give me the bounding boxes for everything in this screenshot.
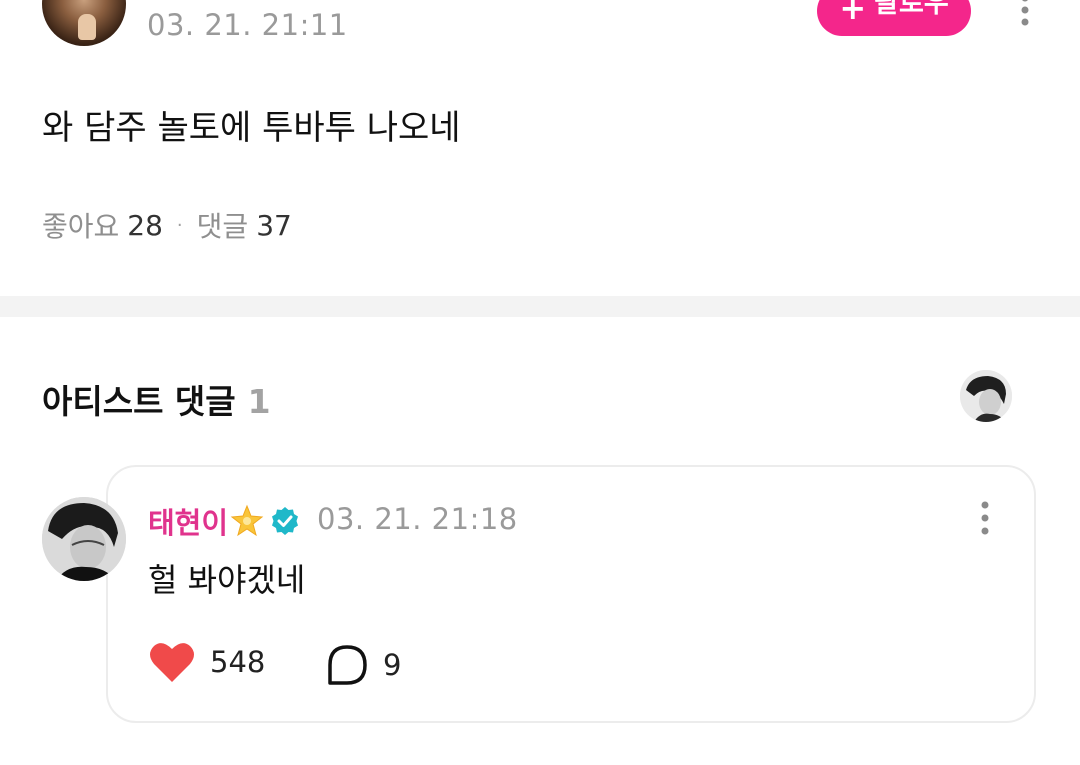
artist-comments-heading: 아티스트 댓글 1 bbox=[42, 375, 271, 423]
artist-avatar-small[interactable] bbox=[960, 370, 1012, 422]
verified-icon bbox=[272, 507, 299, 535]
more-vertical-icon[interactable] bbox=[1010, 0, 1040, 32]
commenter-avatar[interactable] bbox=[42, 497, 126, 581]
like-count: 548 bbox=[210, 645, 266, 679]
comment-author[interactable]: 태현이 bbox=[148, 500, 300, 542]
like-button[interactable]: 548 bbox=[148, 640, 265, 684]
plus-icon: + bbox=[839, 0, 867, 27]
post-body-text: 와 담주 놀토에 투바투 나오네 bbox=[42, 108, 461, 148]
likes-count: 28 bbox=[127, 208, 163, 242]
post-stats: 좋아요 28 · 댓글 37 bbox=[42, 205, 292, 245]
star-icon bbox=[230, 504, 264, 537]
post-date: 03. 21. 21:11 bbox=[147, 8, 348, 42]
post-author-avatar[interactable] bbox=[42, 0, 126, 46]
follow-button[interactable]: + 팔로우 bbox=[817, 0, 971, 36]
comments-label[interactable]: 댓글 bbox=[197, 205, 249, 245]
artist-comments-title: 아티스트 댓글 bbox=[42, 382, 236, 421]
comment-more-icon[interactable] bbox=[970, 500, 1000, 540]
follow-label: 팔로우 bbox=[874, 0, 949, 19]
comment-body-text: 헐 봐야겠네 bbox=[148, 561, 306, 599]
comments-count[interactable]: 37 bbox=[256, 209, 292, 242]
comment-date: 03. 21. 21:18 bbox=[317, 502, 518, 536]
section-divider bbox=[0, 296, 1080, 317]
stats-separator: · bbox=[176, 214, 183, 236]
avatar-hand-shape bbox=[78, 14, 96, 40]
comment-author-name: 태현이 bbox=[148, 506, 229, 540]
speech-bubble-icon bbox=[328, 645, 367, 685]
heart-icon bbox=[150, 643, 194, 682]
likes-label: 좋아요 bbox=[42, 210, 120, 243]
reply-button[interactable]: 9 bbox=[325, 643, 401, 687]
reply-count: 9 bbox=[383, 648, 402, 682]
artist-comments-count: 1 bbox=[247, 382, 271, 421]
